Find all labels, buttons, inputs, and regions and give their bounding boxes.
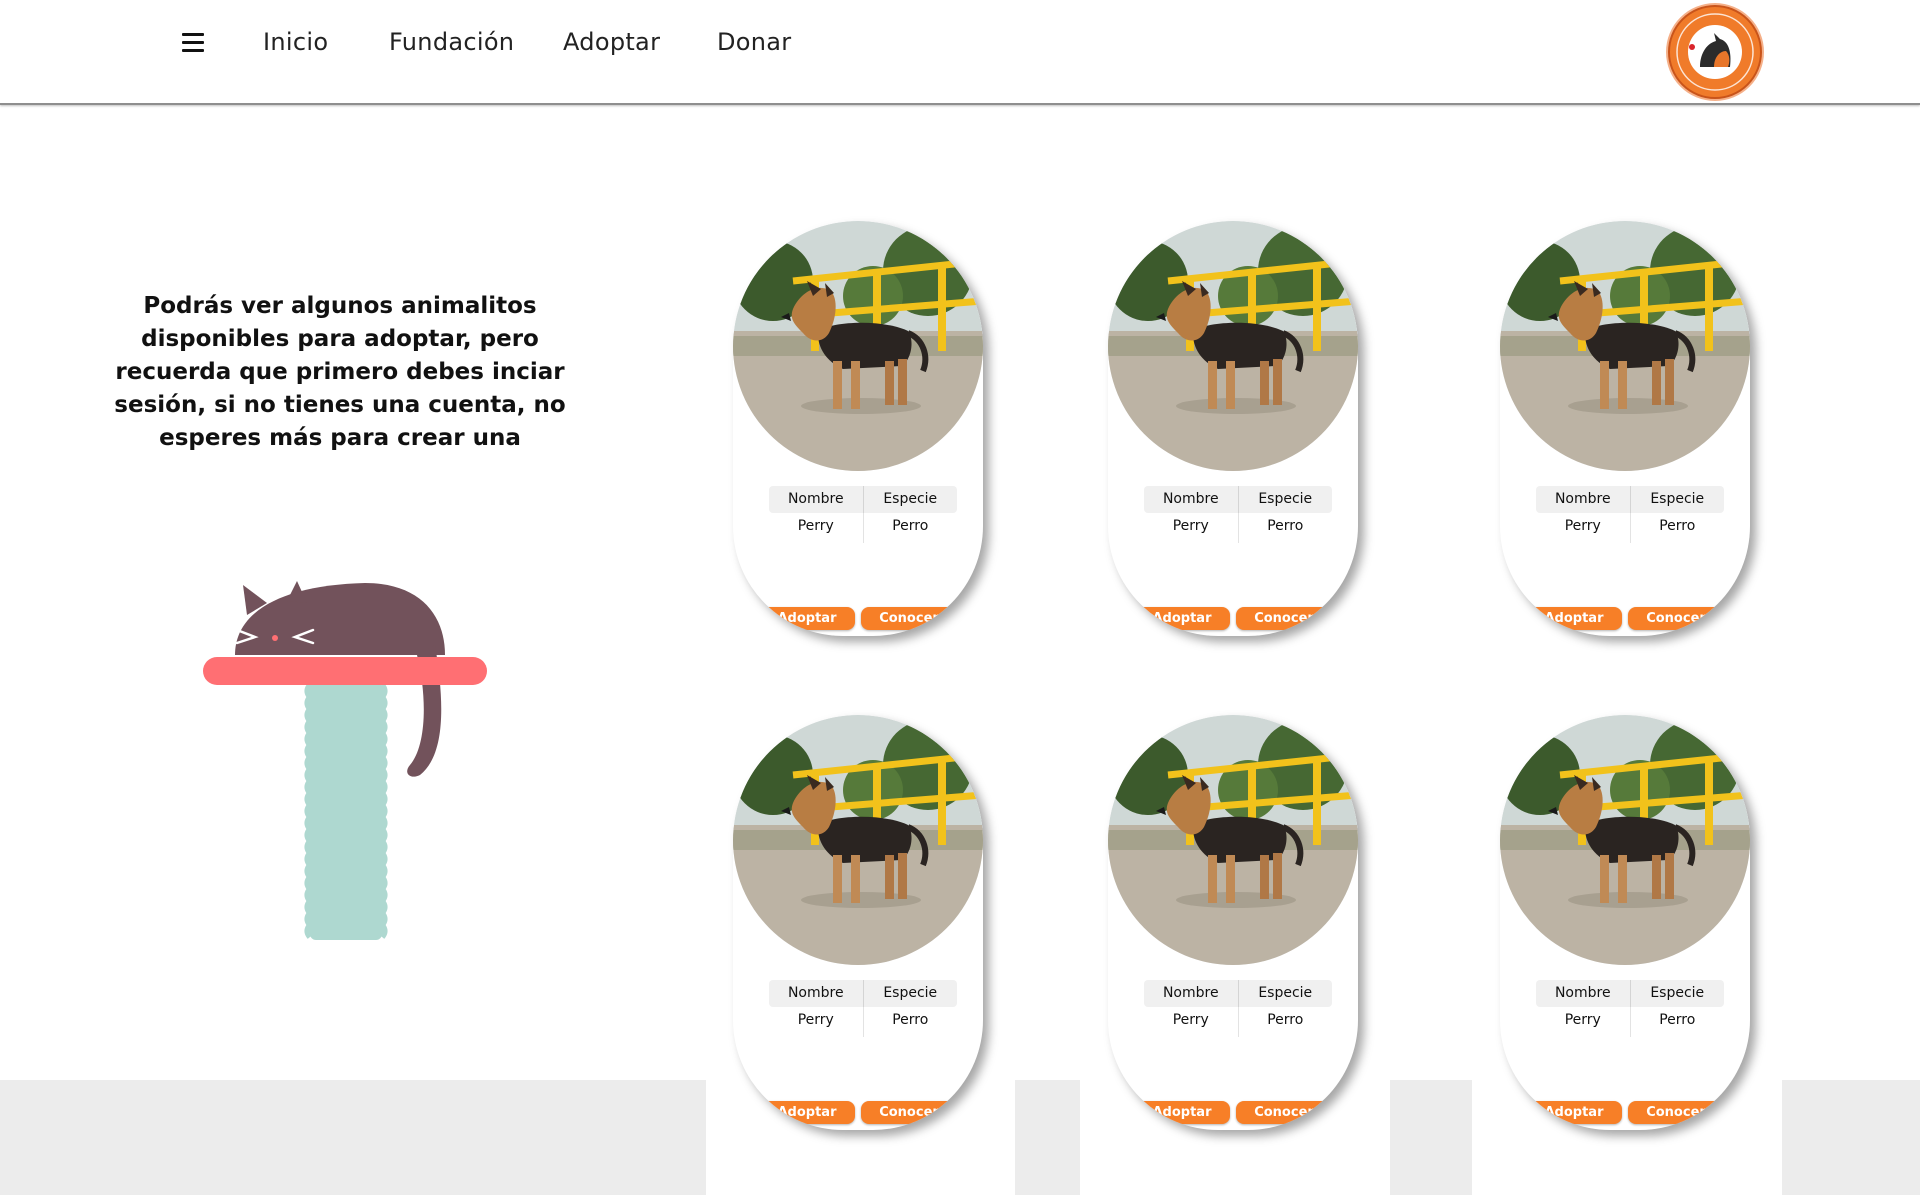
pet-info-table: Nombre Especie Perry Perro	[769, 980, 957, 1037]
meet-button[interactable]: Conocer	[861, 1101, 957, 1124]
header-especie: Especie	[883, 985, 938, 1001]
hamburger-menu-icon[interactable]	[182, 33, 204, 53]
meet-button[interactable]: Conocer	[1628, 1101, 1724, 1124]
pet-card: Nombre Especie Perry Perro Adoptar Conocer	[1108, 221, 1358, 636]
pet-name: Perry	[1144, 1007, 1239, 1037]
pet-card: Nombre Especie Perry Perro Adoptar Conocer	[1500, 715, 1750, 1130]
pet-photo[interactable]	[1500, 715, 1750, 965]
meet-button[interactable]: Conocer	[1628, 607, 1724, 630]
pet-species: Perro	[1659, 518, 1696, 534]
pet-species: Perro	[1659, 1012, 1696, 1028]
nav-fundacion[interactable]: Fundación	[389, 28, 514, 56]
nav-inicio[interactable]: Inicio	[263, 28, 328, 56]
adopt-button[interactable]: Adoptar	[1526, 607, 1622, 630]
pet-name: Perry	[1536, 513, 1631, 543]
footer-strip	[1390, 1080, 1472, 1195]
pet-name: Perry	[1536, 1007, 1631, 1037]
adopt-button[interactable]: Adoptar	[1134, 607, 1230, 630]
sleeping-cat-illustration	[203, 581, 487, 940]
header-especie: Especie	[1258, 491, 1313, 507]
meet-button[interactable]: Conocer	[861, 607, 957, 630]
pet-card: Nombre Especie Perry Perro Adoptar Conocer	[733, 221, 983, 636]
logo-emblem-icon	[1676, 13, 1754, 91]
header-especie: Especie	[883, 491, 938, 507]
nav-donar[interactable]: Donar	[717, 28, 791, 56]
header-especie: Especie	[1258, 985, 1313, 1001]
pet-card: Nombre Especie Perry Perro Adoptar Conocer	[1500, 221, 1750, 636]
pet-name: Perry	[769, 513, 864, 543]
header-especie: Especie	[1650, 985, 1705, 1001]
header-nombre: Nombre	[1536, 980, 1631, 1007]
pet-name: Perry	[769, 1007, 864, 1037]
pet-info-table: Nombre Especie Perry Perro	[769, 486, 957, 543]
pet-species: Perro	[1267, 518, 1304, 534]
pet-photo[interactable]	[733, 221, 983, 471]
intro-text: Podrás ver algunos animalitos disponible…	[114, 293, 566, 451]
pet-species: Perro	[1267, 1012, 1304, 1028]
adopt-button[interactable]: Adoptar	[759, 607, 855, 630]
header-especie: Especie	[1650, 491, 1705, 507]
pet-photo[interactable]	[1500, 221, 1750, 471]
pet-species: Perro	[892, 1012, 929, 1028]
header-nombre: Nombre	[769, 980, 864, 1007]
nav-adoptar[interactable]: Adoptar	[563, 28, 660, 56]
meet-button[interactable]: Conocer	[1236, 607, 1332, 630]
pet-info-table: Nombre Especie Perry Perro	[1536, 486, 1724, 543]
pet-card: Nombre Especie Perry Perro Adoptar Conocer	[733, 715, 983, 1130]
footer-strip	[1782, 1080, 1920, 1195]
pet-info-table: Nombre Especie Perry Perro	[1144, 486, 1332, 543]
adopt-button[interactable]: Adoptar	[1134, 1101, 1230, 1124]
header-nombre: Nombre	[1144, 486, 1239, 513]
header-nombre: Nombre	[769, 486, 864, 513]
header-nombre: Nombre	[1536, 486, 1631, 513]
cat-perch	[203, 657, 487, 685]
top-navbar: Inicio Fundación Adoptar Donar	[0, 0, 1920, 105]
scratching-post	[304, 680, 388, 940]
adopt-button[interactable]: Adoptar	[759, 1101, 855, 1124]
footer-strip	[0, 1080, 706, 1195]
adopt-button[interactable]: Adoptar	[1526, 1101, 1622, 1124]
meet-button[interactable]: Conocer	[1236, 1101, 1332, 1124]
pet-info-table: Nombre Especie Perry Perro	[1144, 980, 1332, 1037]
header-nombre: Nombre	[1144, 980, 1239, 1007]
pet-photo[interactable]	[1108, 715, 1358, 965]
pet-species: Perro	[892, 518, 929, 534]
pet-info-table: Nombre Especie Perry Perro	[1536, 980, 1724, 1037]
pet-card: Nombre Especie Perry Perro Adoptar Conocer	[1108, 715, 1358, 1130]
pet-name: Perry	[1144, 513, 1239, 543]
pet-photo[interactable]	[733, 715, 983, 965]
foundation-logo[interactable]	[1668, 5, 1762, 99]
footer-strip	[1015, 1080, 1080, 1195]
pet-photo[interactable]	[1108, 221, 1358, 471]
